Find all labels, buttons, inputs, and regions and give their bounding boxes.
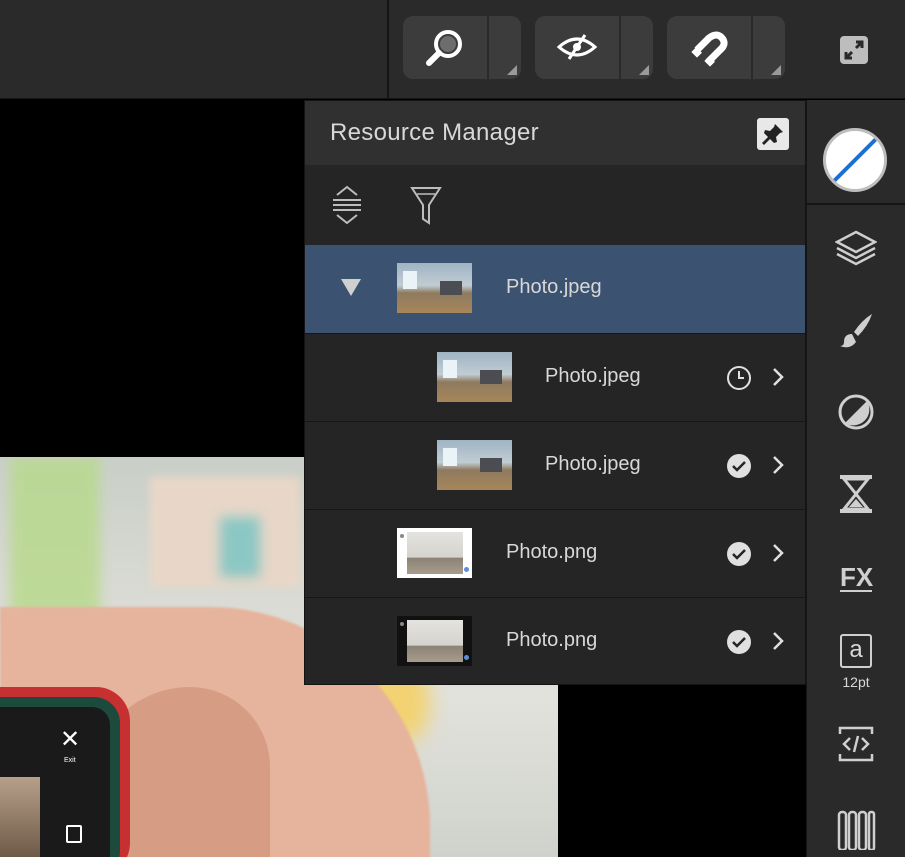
resource-name: Photo.jpeg (545, 453, 641, 475)
resource-thumbnail (397, 528, 472, 578)
resource-row[interactable]: Photo.jpeg (305, 333, 805, 421)
layers-icon[interactable] (834, 226, 878, 270)
resource-name: Photo.png (506, 629, 598, 651)
filter-icon[interactable] (409, 185, 443, 232)
collapse-triangle-icon[interactable] (341, 279, 361, 296)
zoom-tool-button[interactable] (403, 16, 521, 79)
clock-icon (726, 365, 752, 391)
resource-manager-panel: Resource Manager Photo.jpeg Photo.jpeg P… (304, 100, 806, 685)
phone-exit-label: Exit (64, 757, 76, 764)
panel-header: Resource Manager (305, 101, 805, 165)
view-mode-dropdown[interactable] (619, 16, 653, 79)
code-icon[interactable] (834, 722, 878, 766)
panel-tools (305, 165, 805, 245)
chevron-right-icon[interactable] (771, 454, 785, 476)
resource-thumbnail (397, 616, 472, 666)
resource-thumbnail (437, 440, 512, 490)
snapping-icon[interactable] (667, 16, 751, 79)
view-mode-button[interactable] (535, 16, 653, 79)
chevron-right-icon[interactable] (771, 366, 785, 388)
fx-icon[interactable]: FX (834, 554, 878, 598)
color-well-icon[interactable] (823, 128, 887, 192)
resource-thumbnail (397, 263, 472, 313)
sidebar-separator (807, 203, 905, 205)
check-icon (726, 541, 752, 567)
phone-search-icon (66, 825, 82, 843)
chevron-right-icon[interactable] (771, 630, 785, 652)
character-icon[interactable]: a (840, 634, 872, 668)
resource-row[interactable]: Photo.jpeg (305, 421, 805, 509)
resource-name: Photo.jpeg (545, 365, 641, 387)
snapping-dropdown[interactable] (751, 16, 785, 79)
phone-close-icon: ✕ (60, 726, 81, 753)
swatches-icon[interactable] (834, 806, 878, 850)
resource-row[interactable]: Photo.png (305, 509, 805, 597)
phone-screen-photo (0, 777, 40, 857)
chevron-right-icon[interactable] (771, 542, 785, 564)
sort-icon[interactable] (331, 185, 363, 232)
view-mode-icon[interactable] (535, 16, 619, 79)
resource-thumbnail (437, 352, 512, 402)
check-icon (726, 453, 752, 479)
resource-name: Photo.jpeg (506, 276, 602, 298)
resource-row[interactable]: Photo.png (305, 597, 805, 685)
resource-name: Photo.png (506, 541, 598, 563)
check-icon (726, 629, 752, 655)
snapping-button[interactable] (667, 16, 785, 79)
pin-icon[interactable] (757, 118, 789, 150)
zoom-icon[interactable] (403, 16, 487, 79)
brushes-icon[interactable] (834, 308, 878, 352)
expand-icon[interactable] (838, 34, 870, 66)
font-size-label: 12pt (842, 674, 870, 690)
top-toolbar (0, 0, 905, 99)
background-vase (220, 517, 260, 577)
adjustments-icon[interactable] (834, 390, 878, 434)
resource-row[interactable]: Photo.jpeg (305, 245, 805, 333)
toolbar-divider (387, 0, 389, 99)
svg-text:FX: FX (840, 562, 874, 592)
hourglass-icon[interactable] (834, 472, 878, 516)
right-sidebar: FX a 12pt (806, 100, 905, 857)
zoom-options-dropdown[interactable] (487, 16, 521, 79)
panel-title: Resource Manager (330, 119, 539, 146)
